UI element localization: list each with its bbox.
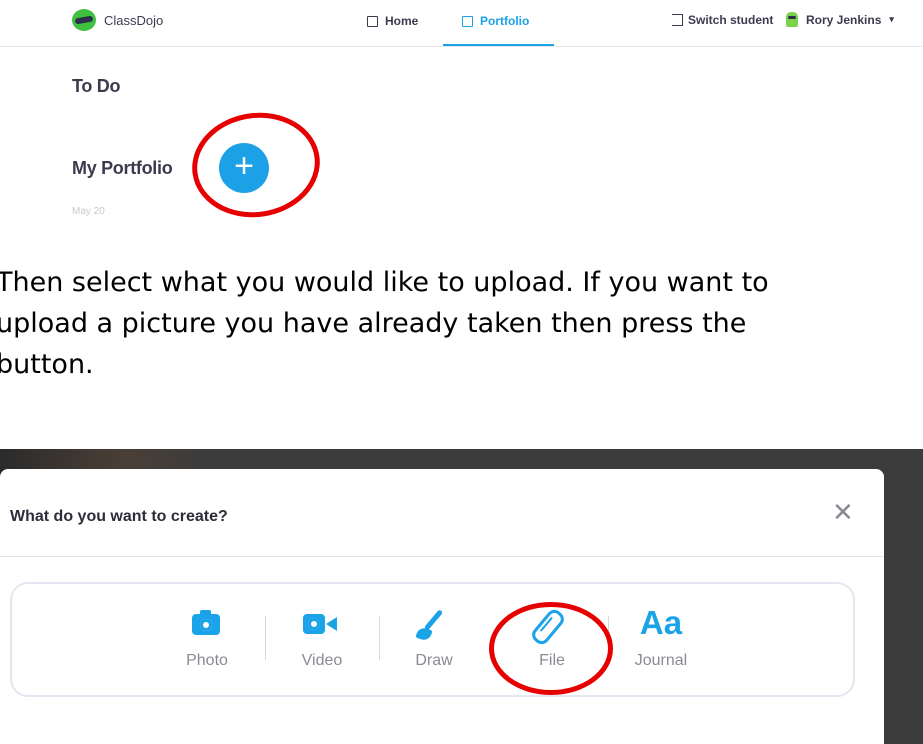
portfolio-heading: My Portfolio	[72, 158, 173, 178]
highlight-circle	[489, 602, 613, 695]
portfolio-icon	[462, 15, 473, 27]
instruction-line: upload a picture you have already taken …	[0, 308, 747, 339]
classdojo-logo-icon	[72, 9, 96, 31]
option-journal[interactable]: Aa Journal	[616, 584, 706, 695]
tab-home-label: Home	[385, 14, 419, 28]
tab-portfolio[interactable]: Portfolio	[462, 14, 529, 28]
paintbrush-icon	[389, 606, 479, 643]
active-tab-indicator	[443, 44, 554, 46]
chevron-down-icon: ▾	[889, 14, 894, 24]
portfolio-screenshot: ClassDojo Home Portfolio Switch student …	[0, 0, 923, 222]
close-icon[interactable]: ✕	[832, 497, 854, 528]
option-label: Video	[301, 652, 343, 669]
classdojo-logo[interactable]: ClassDojo	[72, 9, 163, 31]
todo-heading: To Do	[72, 76, 121, 96]
option-video[interactable]: Video	[277, 584, 367, 695]
avatar	[786, 12, 798, 27]
instruction-line: button.	[0, 349, 94, 380]
top-navbar: ClassDojo Home Portfolio Switch student …	[0, 0, 923, 47]
divider	[0, 556, 884, 557]
create-dialog: What do you want to create? ✕ Photo Vide…	[0, 469, 884, 744]
tab-portfolio-label: Portfolio	[480, 14, 530, 28]
camera-icon	[192, 610, 220, 635]
create-dialog-screenshot: What do you want to create? ✕ Photo Vide…	[0, 449, 923, 744]
create-options: Photo Video Draw File Aa Journal	[10, 582, 855, 697]
video-camera-icon	[303, 614, 337, 634]
option-label: Photo	[186, 652, 228, 669]
instruction-line: Then select what you would like to uploa…	[0, 267, 769, 298]
option-label: Draw	[415, 652, 453, 669]
option-photo[interactable]: Photo	[162, 584, 252, 695]
dialog-title: What do you want to create?	[10, 508, 228, 525]
instruction-text: Then select what you would like to uploa…	[0, 262, 923, 385]
switch-student-label: Switch student	[688, 13, 774, 27]
option-label: Journal	[634, 652, 688, 669]
divider	[379, 616, 380, 660]
divider	[265, 616, 266, 660]
user-name: Rory Jenkins	[806, 12, 882, 27]
brand-name: ClassDojo	[104, 12, 164, 28]
switch-icon	[672, 14, 683, 26]
tab-home[interactable]: Home	[367, 14, 418, 28]
option-draw[interactable]: Draw	[389, 584, 479, 695]
home-icon	[367, 15, 378, 27]
highlight-circle	[185, 104, 327, 222]
switch-student-button[interactable]: Switch student	[672, 13, 773, 27]
date-label: May 20	[72, 206, 105, 217]
user-menu[interactable]: Rory Jenkins ▾	[786, 12, 894, 27]
text-aa-icon: Aa	[639, 604, 683, 641]
